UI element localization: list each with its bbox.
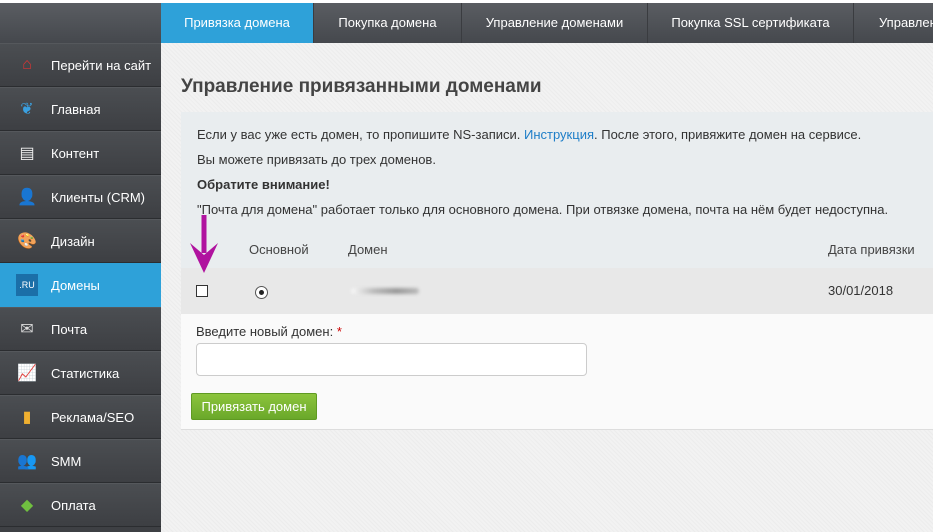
main-domain-radio[interactable] [255, 286, 268, 299]
sidebar-item-label: Реклама/SEO [51, 409, 135, 425]
sidebar-item-crm[interactable]: 👤 Клиенты (CRM) [0, 175, 161, 219]
sidebar-item-domains[interactable]: .RU Домены [0, 263, 161, 307]
sidebar-item-label: Главная [51, 101, 101, 117]
required-marker: * [336, 324, 342, 339]
sidebar-item-content[interactable]: ▤ Контент [0, 131, 161, 175]
bind-domain-button[interactable]: Привязать домен [191, 393, 317, 420]
page-title: Управление привязанными доменами [181, 76, 542, 97]
table-header: Основной Домен Дата привязки [181, 232, 933, 268]
people-icon: 👥 [17, 453, 37, 470]
tab-management[interactable]: Управлен [854, 3, 933, 43]
top-nav: Привязка домена Покупка домена Управлени… [0, 0, 933, 43]
sidebar-item-label: Клиенты (CRM) [51, 189, 146, 205]
header-main: Основной [249, 242, 309, 257]
bind-date: 30/01/2018 [828, 283, 894, 298]
row-checkbox[interactable] [196, 285, 208, 297]
info-text: Если у вас уже есть домен, то пропишите … [197, 127, 524, 142]
sidebar-item-label: Оплата [51, 497, 96, 513]
tab-domain-purchase[interactable]: Покупка домена [314, 3, 462, 43]
home-icon: ⌂ [22, 56, 32, 73]
chart-icon: 📈 [17, 365, 37, 382]
ru-domain-icon: .RU [16, 274, 38, 296]
user-icon: 👤 [17, 189, 37, 206]
instruction-link[interactable]: Инструкция [524, 127, 594, 142]
info-limit: Вы можете привязать до трех доменов. [197, 152, 436, 167]
domains-card: Если у вас уже есть домен, то пропишите … [181, 112, 933, 430]
tab-domain-management[interactable]: Управление доменами [462, 3, 648, 43]
sidebar: ⌂ Перейти на сайт ❦ Главная ▤ Контент 👤 Клие… [0, 43, 161, 532]
sidebar-item-label: Домены [51, 277, 100, 293]
mail-icon: ✉ [20, 321, 34, 338]
document-icon: ▤ [19, 145, 35, 162]
sidebar-item-label: SMM [51, 453, 82, 469]
domain-name-blurred [351, 288, 419, 294]
table-row: 30/01/2018 [181, 268, 933, 314]
sidebar-item-label: Перейти на сайт [51, 57, 152, 73]
payment-icon: ◆ [20, 497, 34, 514]
sidebar-item-payment[interactable]: ◆ Оплата [0, 483, 161, 527]
sidebar-item-mail[interactable]: ✉ Почта [0, 307, 161, 351]
sidebar-item-site[interactable]: ⌂ Перейти на сайт [0, 43, 161, 87]
sidebar-item-label: Статистика [51, 365, 120, 381]
attention-heading: Обратите внимание! [197, 177, 330, 192]
sidebar-item-smm[interactable]: 👥 SMM [0, 439, 161, 483]
header-domain: Домен [348, 242, 388, 257]
new-domain-label: Введите новый домен: * [196, 324, 342, 339]
sidebar-item-label: Почта [51, 321, 88, 337]
bars-icon: ▮ [22, 409, 32, 426]
sidebar-item-label: Контент [51, 145, 100, 161]
sidebar-item-home[interactable]: ❦ Главная [0, 87, 161, 131]
sidebar-item-stats[interactable]: 📈 Статистика [0, 351, 161, 395]
new-domain-input[interactable] [196, 343, 587, 376]
info-text: . После этого, привяжите домен на сервис… [594, 127, 862, 142]
annotation-arrow-icon [190, 215, 218, 273]
info-box: Если у вас уже есть домен, то пропишите … [181, 112, 933, 232]
tab-domain-binding[interactable]: Привязка домена [161, 3, 314, 43]
info-mail-note: "Почта для домена" работает только для о… [197, 202, 889, 217]
tab-ssl-purchase[interactable]: Покупка SSL сертификата [648, 3, 854, 43]
sidebar-item-design[interactable]: 🎨 Дизайн [0, 219, 161, 263]
palette-icon: 🎨 [17, 233, 37, 250]
sidebar-item-seo[interactable]: ▮ Реклама/SEO [0, 395, 161, 439]
butterfly-icon: ❦ [20, 101, 34, 118]
sidebar-item-label: Дизайн [51, 233, 95, 249]
main-content: Управление привязанными доменами Если у … [161, 43, 933, 532]
header-date: Дата привязки [828, 242, 915, 257]
